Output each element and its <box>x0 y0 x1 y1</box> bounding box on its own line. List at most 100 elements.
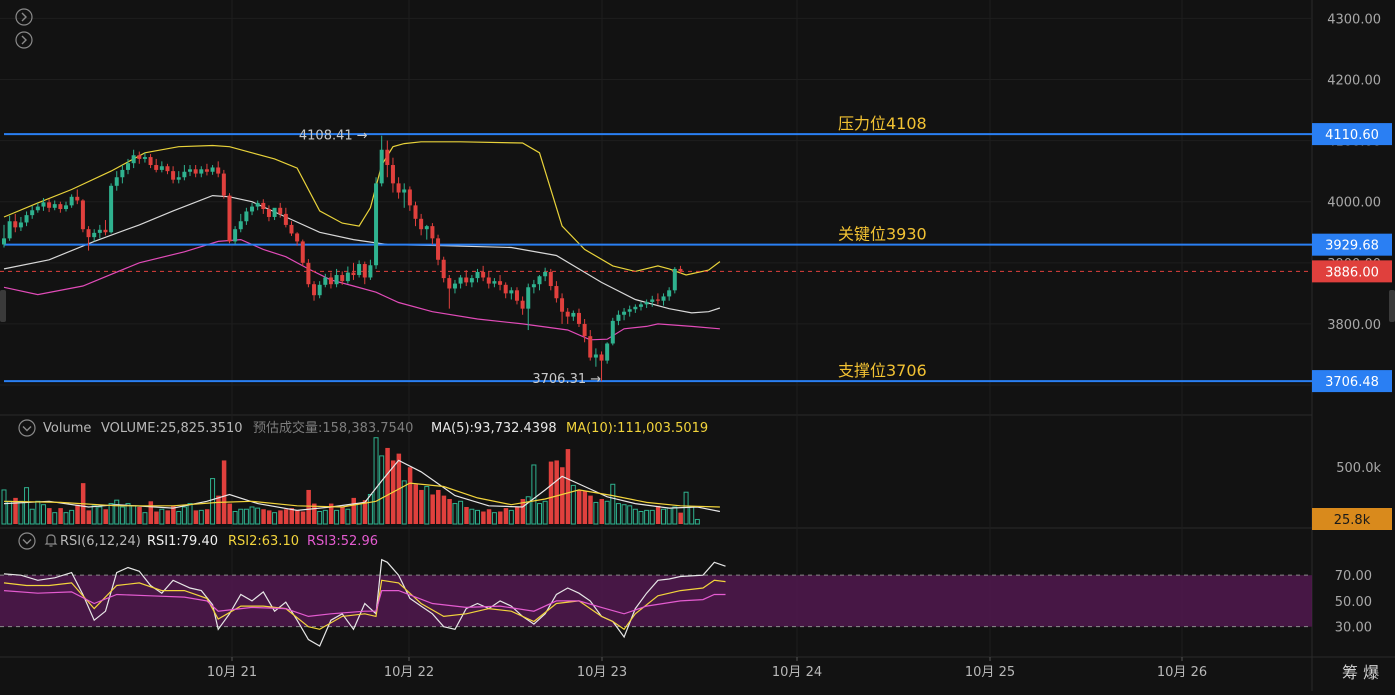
volume-bar <box>29 508 35 525</box>
candle-body <box>69 196 74 206</box>
volume-bar <box>295 510 300 524</box>
candle-body <box>283 213 288 225</box>
rsi-tick-label: 50.00 <box>1335 595 1372 610</box>
candle-body <box>92 232 97 238</box>
candle-body <box>204 169 209 172</box>
volume-bar <box>447 499 452 524</box>
volume-bar <box>413 484 419 524</box>
candle-body <box>582 323 587 337</box>
volume-bar <box>356 503 362 525</box>
candle-body <box>272 207 277 217</box>
price-tag-text: 4110.60 <box>1325 128 1379 143</box>
volume-bar <box>193 510 199 524</box>
volume-bar <box>221 460 227 524</box>
volume-bar <box>407 467 413 524</box>
candle-body <box>97 229 102 233</box>
candle-body <box>255 202 260 207</box>
x-tick-label: 10月 25 <box>965 665 1015 680</box>
candle-body <box>300 241 305 263</box>
rsi-tick-label: 70.00 <box>1335 569 1372 584</box>
candle-body <box>47 202 52 208</box>
candle-body <box>576 312 581 324</box>
candle-body <box>655 299 660 301</box>
volume-bar <box>627 505 633 525</box>
candle-body <box>182 171 187 178</box>
candle-body <box>447 278 452 289</box>
price-tick-label: 4000.00 <box>1327 196 1381 211</box>
volume-bar <box>137 506 142 524</box>
candle-body <box>492 281 497 284</box>
candle-body <box>35 206 40 211</box>
volume-bar <box>469 508 475 525</box>
volume-bar <box>385 447 390 524</box>
volume-bar <box>498 511 503 524</box>
volume-bar <box>537 503 543 525</box>
volume-bar <box>243 508 249 525</box>
volume-bar <box>593 501 599 525</box>
volume-bar <box>317 511 323 525</box>
volume-bar <box>615 503 621 525</box>
candle-body <box>216 167 221 174</box>
candle-body <box>250 206 255 212</box>
candle-body <box>41 202 46 207</box>
chart-svg[interactable]: 压力位4108关键位3930支撑位3706 4300.004200.004100… <box>0 0 1395 691</box>
candle-body <box>334 275 339 285</box>
candle-body <box>379 149 384 184</box>
level-label: 压力位4108 <box>838 114 927 133</box>
x-tick-label: 10月 24 <box>772 665 822 680</box>
candle-body <box>554 286 559 299</box>
candle-body <box>266 209 271 217</box>
candle-body <box>227 195 232 242</box>
volume-bar <box>227 503 232 524</box>
rsi-legend: RSI(6,12,24) RSI1:79.40 RSI2:63.10 RSI3:… <box>18 532 378 550</box>
candle-body <box>481 271 486 278</box>
volume-bar <box>542 500 548 525</box>
price-tag-text: 3886.00 <box>1325 265 1379 280</box>
trading-chart: 压力位4108关键位3930支撑位3706 4300.004200.004100… <box>0 0 1395 691</box>
rsi-tick-label: 30.00 <box>1335 621 1372 636</box>
x-tick-label: 10月 23 <box>577 665 627 680</box>
price-tick-label: 3800.00 <box>1327 318 1381 333</box>
volume-bar <box>283 509 289 524</box>
corner-tools-label[interactable]: 筹 爆 <box>1342 663 1379 682</box>
volume-bar <box>436 489 441 524</box>
volume-bar <box>18 500 24 525</box>
candle-body <box>30 210 35 216</box>
candle-body <box>605 343 610 361</box>
candle-body <box>154 165 159 170</box>
rsi-title: RSI(6,12,24) <box>60 534 141 549</box>
volume-collapse-icon[interactable] <box>18 419 36 437</box>
candle-body <box>165 166 170 172</box>
volume-bar <box>525 496 531 525</box>
volume-bar <box>464 506 469 524</box>
candle-body <box>176 177 181 180</box>
volume-bar <box>278 510 283 524</box>
volume-bar <box>306 489 311 524</box>
candle-body <box>661 296 666 301</box>
volume-bar <box>694 518 700 525</box>
left-scroll-handle[interactable] <box>0 290 6 322</box>
volume-bar <box>249 506 255 525</box>
bollinger-bands <box>3 141 721 341</box>
volume-bar <box>531 464 537 525</box>
candle-body <box>312 284 317 296</box>
expand-icon[interactable] <box>15 31 33 49</box>
volume-bar <box>91 505 97 525</box>
candle-body <box>452 283 457 289</box>
candle-body <box>24 215 29 223</box>
right-scroll-handle[interactable] <box>1389 290 1395 322</box>
volume-bar <box>638 511 644 525</box>
volume-tag-text: 25.8k <box>1334 513 1371 528</box>
volume-bar <box>588 495 593 524</box>
collapse-icon[interactable] <box>15 8 33 26</box>
candlesticks <box>2 135 683 382</box>
candle-body <box>328 277 333 285</box>
rsi-collapse-icon[interactable] <box>18 532 36 550</box>
candle-body <box>142 157 147 159</box>
volume-bar <box>261 509 266 524</box>
volume-legend: Volume VOLUME:25,825.3510 预估成交量:158,383.… <box>18 419 708 437</box>
volume-bar <box>131 505 137 525</box>
alert-bell-icon[interactable] <box>44 534 58 547</box>
candle-body <box>560 298 565 312</box>
candle-body <box>514 290 519 301</box>
